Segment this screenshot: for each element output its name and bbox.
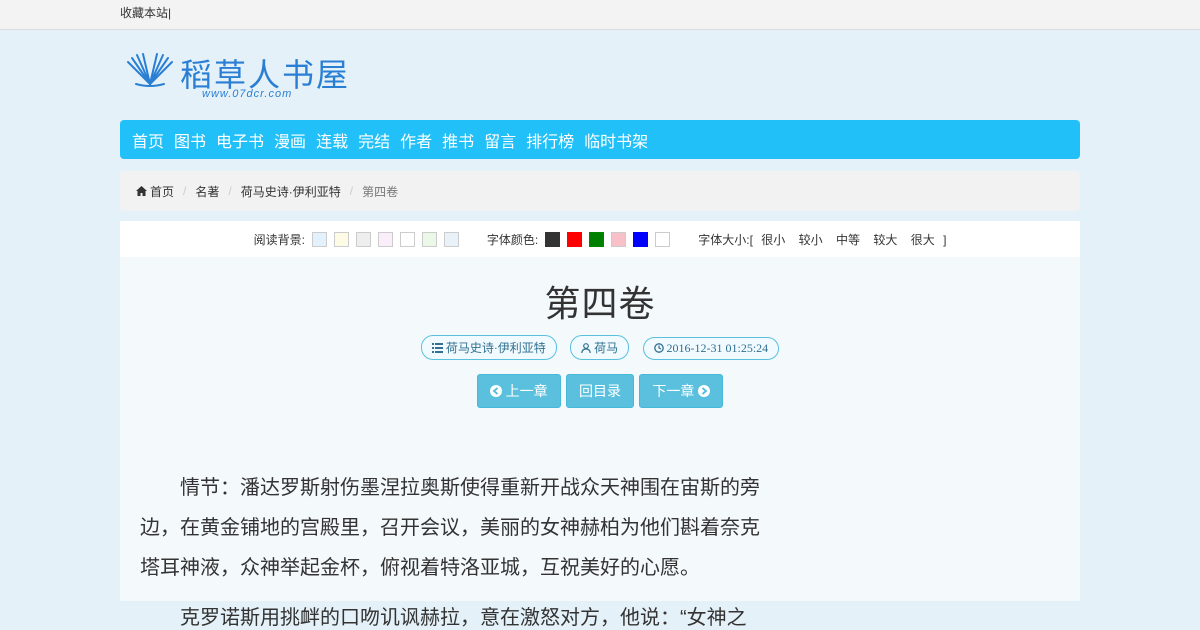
- author-tag[interactable]: 荷马: [570, 335, 630, 360]
- font-size-small[interactable]: 较小: [799, 233, 823, 247]
- font-size-close: ]: [943, 232, 947, 247]
- author-tag-text: 荷马: [594, 341, 619, 355]
- font-size-large[interactable]: 较大: [873, 233, 897, 247]
- arrow-left-circle-icon: [489, 385, 502, 397]
- nav-item-ebooks[interactable]: 电子书: [216, 128, 264, 152]
- font-size-label: 字体大小:[: [698, 232, 753, 247]
- bg-swatch[interactable]: [333, 231, 349, 247]
- font-color-swatch[interactable]: [655, 231, 671, 247]
- nav-item-comics[interactable]: 漫画: [274, 128, 306, 152]
- bg-swatch[interactable]: [355, 231, 371, 247]
- breadcrumb-separator: /: [183, 184, 187, 198]
- font-color-swatch[interactable]: [633, 231, 649, 247]
- chapter-title: 第四卷: [544, 283, 656, 324]
- book-tag-text: 荷马史诗·伊利亚特: [445, 341, 546, 355]
- font-color-swatch[interactable]: [611, 231, 627, 247]
- font-size-medium[interactable]: 中等: [836, 233, 860, 247]
- breadcrumb-category[interactable]: 名著: [195, 183, 219, 200]
- reader-panel: 阅读背景: 字体颜色: 字体大小:[ 很小 较小 中等 较大 很大 ] 第四卷 …: [120, 221, 1080, 629]
- nav-item-serial[interactable]: 连载: [316, 128, 348, 152]
- nav-item-books[interactable]: 图书: [174, 128, 206, 152]
- breadcrumb-current: 第四卷: [362, 184, 399, 199]
- bg-swatch[interactable]: [421, 231, 437, 247]
- bg-swatch[interactable]: [311, 231, 327, 247]
- time-tag-text: 2016-12-31 01:25:24: [666, 341, 769, 355]
- nav-item-guestbook[interactable]: 留言: [484, 128, 516, 152]
- nav-item-authors[interactable]: 作者: [400, 128, 432, 152]
- font-color-swatch[interactable]: [567, 231, 583, 247]
- bg-label: 阅读背景:: [253, 232, 305, 247]
- list-icon: [431, 343, 443, 353]
- breadcrumb-home[interactable]: 首页: [150, 183, 174, 200]
- paragraph: 克罗诺斯用挑衅的口吻讥讽赫拉，意在激怒对方，他说：“女神之: [180, 607, 747, 629]
- nav-item-ranking[interactable]: 排行榜: [526, 128, 574, 152]
- next-chapter-button[interactable]: 下一章: [639, 374, 724, 408]
- bg-swatch[interactable]: [443, 231, 459, 247]
- book-logo-icon: [127, 53, 173, 87]
- nav-item-bookshelf[interactable]: 临时书架: [584, 128, 648, 152]
- font-size-very-small[interactable]: 很小: [761, 233, 785, 247]
- user-icon: [581, 343, 591, 354]
- site-logo[interactable]: 稻草人书屋 www.07dcr.com: [120, 30, 1080, 120]
- nav-item-finished[interactable]: 完结: [358, 128, 390, 152]
- book-tag[interactable]: 荷马史诗·伊利亚特: [420, 335, 557, 360]
- main-nav: 首页 图书 电子书 漫画 连载 完结 作者 推书 留言 排行榜 临时书架: [120, 120, 1080, 159]
- font-size-very-large[interactable]: 很大: [911, 233, 935, 247]
- prev-chapter-label: 上一章: [505, 383, 548, 399]
- chapter-nav: 上一章 回目录 下一章: [120, 374, 1080, 408]
- arrow-right-circle-icon: [698, 385, 711, 397]
- bg-swatch[interactable]: [399, 231, 415, 247]
- paragraph: 情节：潘达罗斯射伤墨涅拉奥斯使得重新开战众天神围在宙斯的旁边，在黄金铺地的宫殿里…: [140, 477, 760, 579]
- toc-label: 回目录: [579, 383, 621, 399]
- home-icon: [136, 186, 147, 196]
- clock-icon: [653, 343, 664, 353]
- bg-swatch[interactable]: [377, 231, 393, 247]
- font-size-options: 字体大小:[ 很小 较小 中等 较大 很大 ]: [698, 231, 946, 248]
- chapter-content: 情节：潘达罗斯射伤墨涅拉奥斯使得重新开战众天神围在宙斯的旁边，在黄金铺地的宫殿里…: [120, 468, 780, 630]
- top-bar: 收藏本站|: [0, 0, 1200, 30]
- next-chapter-label: 下一章: [652, 383, 695, 399]
- font-color-label: 字体颜色:: [486, 232, 539, 247]
- breadcrumb-book[interactable]: 荷马史诗·伊利亚特: [241, 183, 341, 200]
- table-of-contents-button[interactable]: 回目录: [566, 374, 634, 408]
- font-color-swatch[interactable]: [589, 231, 605, 247]
- prev-chapter-button[interactable]: 上一章: [476, 374, 561, 408]
- chapter-meta: 荷马史诗·伊利亚特 荷马 2016-12-31 01:25:24: [120, 335, 1080, 360]
- reader-toolbar: 阅读背景: 字体颜色: 字体大小:[ 很小 较小 中等 较大 很大 ]: [120, 221, 1080, 257]
- bookmark-link[interactable]: 收藏本站|: [120, 6, 171, 20]
- nav-item-recommend[interactable]: 推书: [442, 128, 474, 152]
- font-color-swatch[interactable]: [545, 231, 561, 247]
- time-tag: 2016-12-31 01:25:24: [642, 337, 780, 360]
- nav-item-home[interactable]: 首页: [132, 128, 164, 152]
- breadcrumb: 首页 / 名著 / 荷马史诗·伊利亚特 / 第四卷: [120, 171, 1080, 211]
- breadcrumb-separator: /: [228, 184, 232, 198]
- breadcrumb-separator: /: [349, 184, 354, 198]
- logo-url: www.07dcr.com: [202, 88, 293, 100]
